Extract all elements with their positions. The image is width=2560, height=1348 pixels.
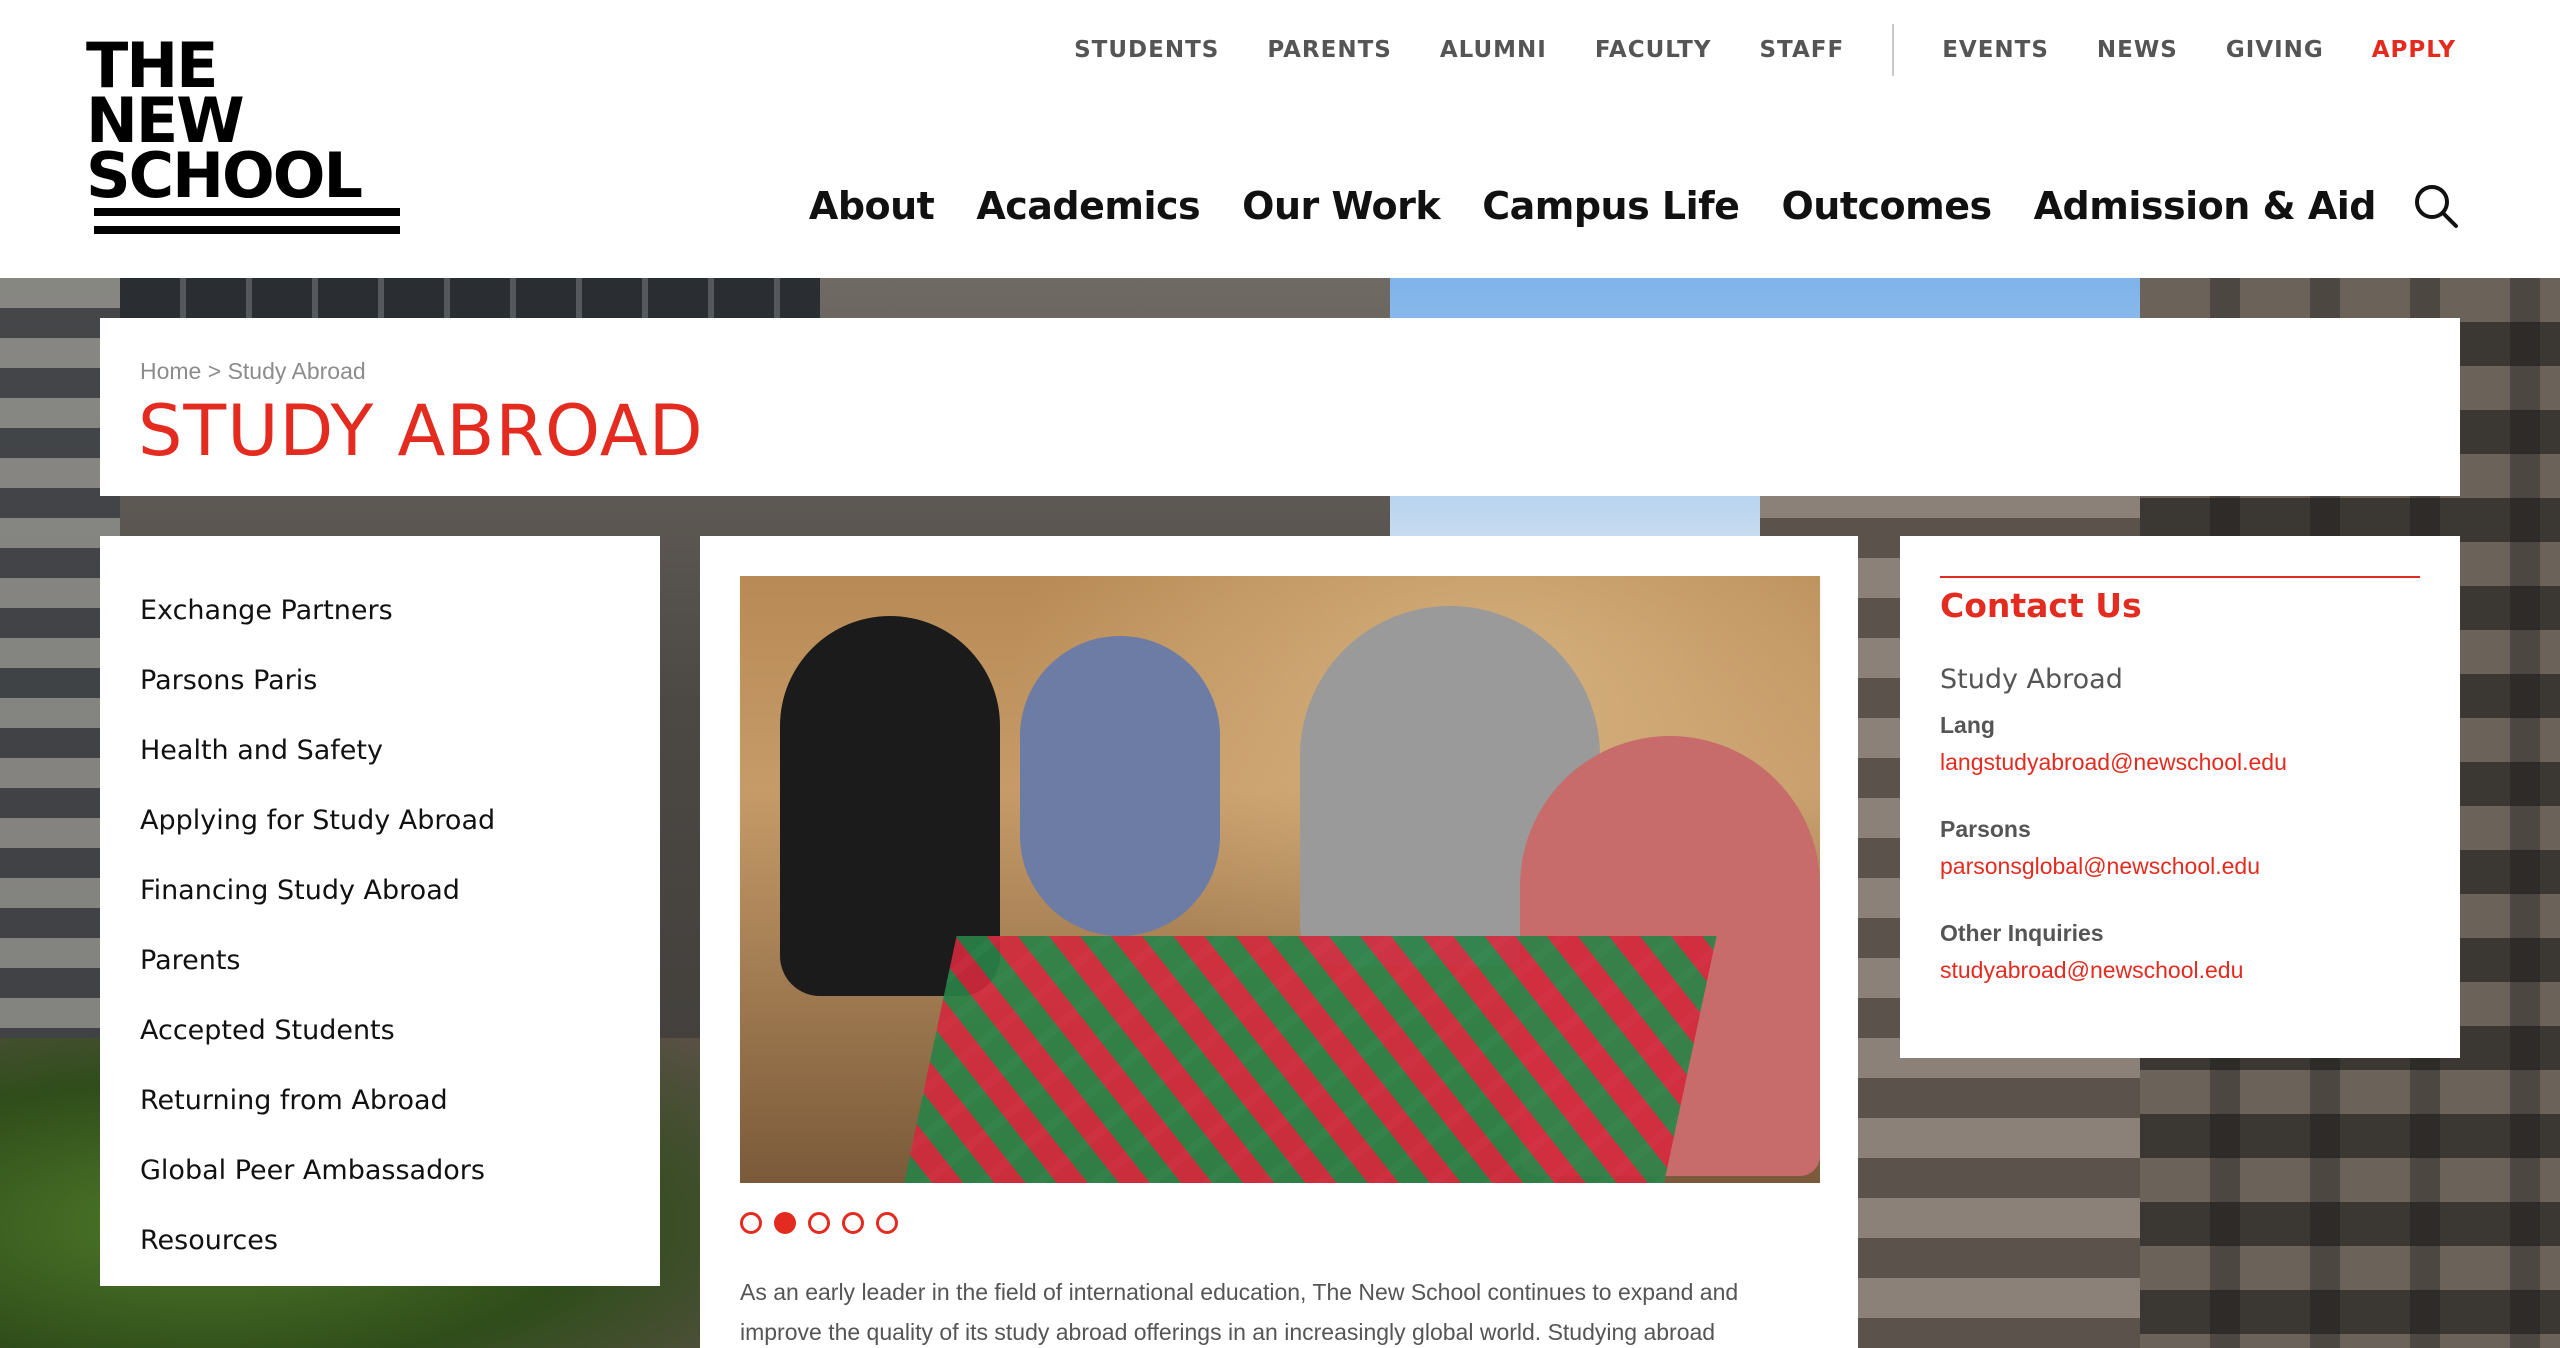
side-nav-exchange-partners[interactable]: Exchange Partners (100, 576, 660, 646)
section-side-nav: Exchange Partners Parsons Paris Health a… (100, 536, 660, 1286)
contact-label-parsons: Parsons (1940, 816, 2031, 842)
side-nav-parsons-paris[interactable]: Parsons Paris (100, 646, 660, 716)
contact-label-lang: Lang (1940, 712, 1995, 738)
util-link-giving[interactable]: GIVING (2226, 37, 2324, 63)
other-links: EVENTS NEWS GIVING APPLY (1894, 37, 2456, 63)
page-title-panel: Home > Study Abroad STUDY ABROAD (100, 318, 2460, 496)
contact-email-lang[interactable]: langstudyabroad@newschool.edu (1940, 742, 2287, 782)
slide-dot-3[interactable] (808, 1212, 830, 1234)
photo-patterned-cloth (903, 936, 1717, 1183)
page-title: STUDY ABROAD (138, 390, 704, 472)
contact-department: Study Abroad (1940, 664, 2123, 695)
side-nav-health-safety[interactable]: Health and Safety (100, 716, 660, 786)
side-nav-resources[interactable]: Resources (100, 1206, 660, 1276)
breadcrumb-current: Study Abroad (227, 358, 366, 384)
audience-links: STUDENTS PARENTS ALUMNI FACULTY STAFF (1074, 37, 1844, 63)
side-nav-financing[interactable]: Financing Study Abroad (100, 856, 660, 926)
side-nav-global-peer-ambassadors[interactable]: Global Peer Ambassadors (100, 1136, 660, 1206)
breadcrumb: Home > Study Abroad (140, 358, 366, 385)
intro-paragraph: As an early leader in the field of inter… (740, 1272, 1820, 1348)
main-nav-our-work[interactable]: Our Work (1242, 184, 1441, 228)
contact-divider (1940, 576, 2420, 578)
contact-entry-parsons: Parsons parsonsglobal@newschool.edu (1940, 812, 2260, 886)
contact-email-parsons[interactable]: parsonsglobal@newschool.edu (1940, 846, 2260, 886)
site-header: THE NEW SCHOOL STUDENTS PARENTS ALUMNI F… (0, 0, 2560, 278)
util-link-staff[interactable]: STAFF (1759, 37, 1844, 63)
logo-rule-1 (94, 208, 400, 216)
util-link-events[interactable]: EVENTS (1942, 37, 2049, 63)
side-nav-accepted-students[interactable]: Accepted Students (100, 996, 660, 1066)
slide-dot-1[interactable] (740, 1212, 762, 1234)
main-nav-admission-aid[interactable]: Admission & Aid (2034, 184, 2377, 228)
contact-label-other: Other Inquiries (1940, 920, 2104, 946)
intro-line-1: As an early leader in the field of inter… (740, 1279, 1739, 1305)
main-nav-about[interactable]: About (809, 184, 935, 228)
utility-nav: STUDENTS PARENTS ALUMNI FACULTY STAFF EV… (1074, 24, 2456, 76)
contact-entry-other: Other Inquiries studyabroad@newschool.ed… (1940, 916, 2243, 990)
util-link-faculty[interactable]: FACULTY (1595, 37, 1712, 63)
util-link-apply[interactable]: APPLY (2372, 37, 2456, 63)
slide-dot-4[interactable] (842, 1212, 864, 1234)
contact-email-other[interactable]: studyabroad@newschool.edu (1940, 950, 2243, 990)
contact-heading: Contact Us (1940, 586, 2142, 625)
util-link-news[interactable]: NEWS (2097, 37, 2178, 63)
main-nav-outcomes[interactable]: Outcomes (1781, 184, 1992, 228)
search-icon[interactable] (2412, 182, 2460, 230)
side-nav-returning[interactable]: Returning from Abroad (100, 1066, 660, 1136)
intro-line-2: improve the quality of its study abroad … (740, 1319, 1716, 1345)
side-nav-parents[interactable]: Parents (100, 926, 660, 996)
main-nav: About Academics Our Work Campus Life Out… (809, 178, 2460, 234)
side-nav-applying[interactable]: Applying for Study Abroad (100, 786, 660, 856)
logo-rule-2 (94, 226, 400, 234)
search-icon-graphic (2415, 185, 2458, 228)
slideshow-pager (740, 1212, 898, 1234)
breadcrumb-home[interactable]: Home (140, 358, 201, 384)
util-link-students[interactable]: STUDENTS (1074, 37, 1219, 63)
util-link-parents[interactable]: PARENTS (1267, 37, 1391, 63)
slideshow-image[interactable] (740, 576, 1820, 1183)
the-new-school-logo[interactable]: THE NEW SCHOOL (86, 35, 406, 243)
util-link-alumni[interactable]: ALUMNI (1440, 37, 1547, 63)
slide-dot-5[interactable] (876, 1212, 898, 1234)
main-nav-academics[interactable]: Academics (976, 184, 1200, 228)
main-content: As an early leader in the field of inter… (700, 536, 1858, 1348)
logo-line-3: SCHOOL (86, 139, 363, 212)
slide-dot-2[interactable] (774, 1212, 796, 1234)
main-nav-campus-life[interactable]: Campus Life (1482, 184, 1740, 228)
photo-person-2 (1020, 636, 1220, 936)
breadcrumb-separator: > (207, 358, 222, 384)
contact-panel: Contact Us Study Abroad Lang langstudyab… (1900, 536, 2460, 1058)
contact-entry-lang: Lang langstudyabroad@newschool.edu (1940, 708, 2287, 782)
